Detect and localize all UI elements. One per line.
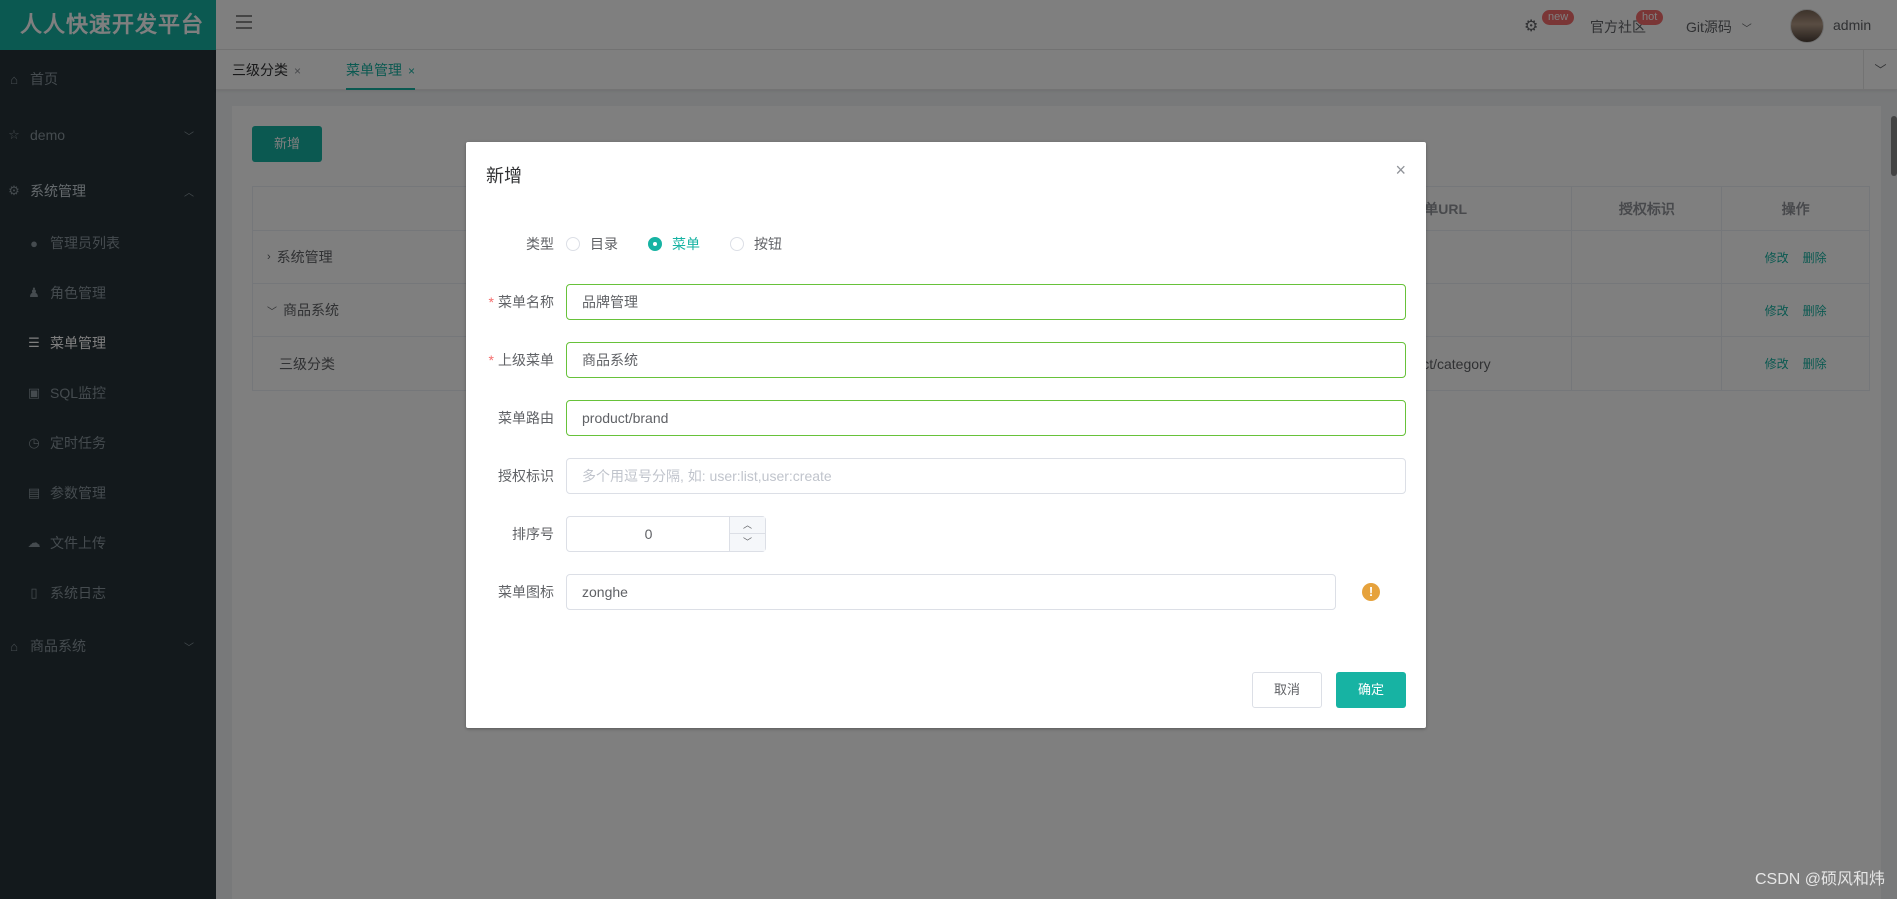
required-mark: * (488, 294, 494, 310)
type-radio-group: 目录 菜单 按钮 (566, 226, 812, 262)
parent-menu-input[interactable]: 商品系统 (566, 342, 1406, 378)
menu-route-label: 菜单路由 (498, 410, 554, 426)
parent-menu-row: * 上级菜单 商品系统 (466, 342, 1426, 378)
increment-chevron-icon[interactable]: ︿ (730, 517, 765, 534)
radio-menu[interactable]: 菜单 (648, 234, 700, 254)
menu-name-label: * 菜单名称 (466, 292, 566, 312)
menu-route-input[interactable]: product/brand (566, 400, 1406, 436)
radio-label: 目录 (590, 236, 618, 252)
radio-label: 按钮 (754, 236, 782, 252)
menu-icon-input[interactable]: zonghe (566, 574, 1336, 610)
order-stepper[interactable]: 0 ︿ ﹀ (566, 516, 766, 552)
radio-label: 菜单 (672, 236, 700, 252)
label-text: 菜单名称 (498, 294, 554, 310)
order-row: 排序号 0 ︿ ﹀ (466, 516, 1426, 552)
confirm-button[interactable]: 确定 (1336, 672, 1406, 708)
radio-directory[interactable]: 目录 (566, 234, 618, 254)
menu-icon-label: 菜单图标 (498, 584, 554, 600)
menu-name-row: * 菜单名称 品牌管理 (466, 284, 1426, 320)
radio-dot (566, 237, 580, 251)
order-value[interactable]: 0 (567, 517, 730, 551)
permission-label: 授权标识 (498, 468, 554, 484)
radio-button[interactable]: 按钮 (730, 234, 782, 254)
radio-dot (730, 237, 744, 251)
close-icon[interactable]: × (1395, 160, 1406, 181)
required-mark: * (488, 352, 494, 368)
parent-menu-label: * 上级菜单 (466, 350, 566, 370)
decrement-chevron-icon[interactable]: ﹀ (730, 534, 765, 551)
permission-input[interactable]: 多个用逗号分隔, 如: user:list,user:create (566, 458, 1406, 494)
menu-route-row: 菜单路由 product/brand (466, 400, 1426, 436)
stepper-buttons: ︿ ﹀ (729, 517, 765, 551)
add-menu-dialog: 新增 × 类型 目录 菜单 按钮 * 菜单名称 品牌管理 * 上级菜单 商品系统 菜… (466, 142, 1426, 728)
radio-dot (648, 237, 662, 251)
cancel-button[interactable]: 取消 (1252, 672, 1322, 708)
warning-icon[interactable]: ! (1362, 583, 1380, 601)
watermark: CSDN @硕风和炜 (1754, 871, 1885, 888)
order-label: 排序号 (512, 526, 554, 542)
type-label: 类型 (526, 236, 554, 252)
menu-name-input[interactable]: 品牌管理 (566, 284, 1406, 320)
permission-row: 授权标识 多个用逗号分隔, 如: user:list,user:create (466, 458, 1426, 494)
label-text: 上级菜单 (498, 352, 554, 368)
menu-icon-row: 菜单图标 zonghe ! (466, 574, 1426, 610)
type-row: 类型 目录 菜单 按钮 (466, 226, 1426, 262)
dialog-title: 新增 (486, 166, 522, 186)
